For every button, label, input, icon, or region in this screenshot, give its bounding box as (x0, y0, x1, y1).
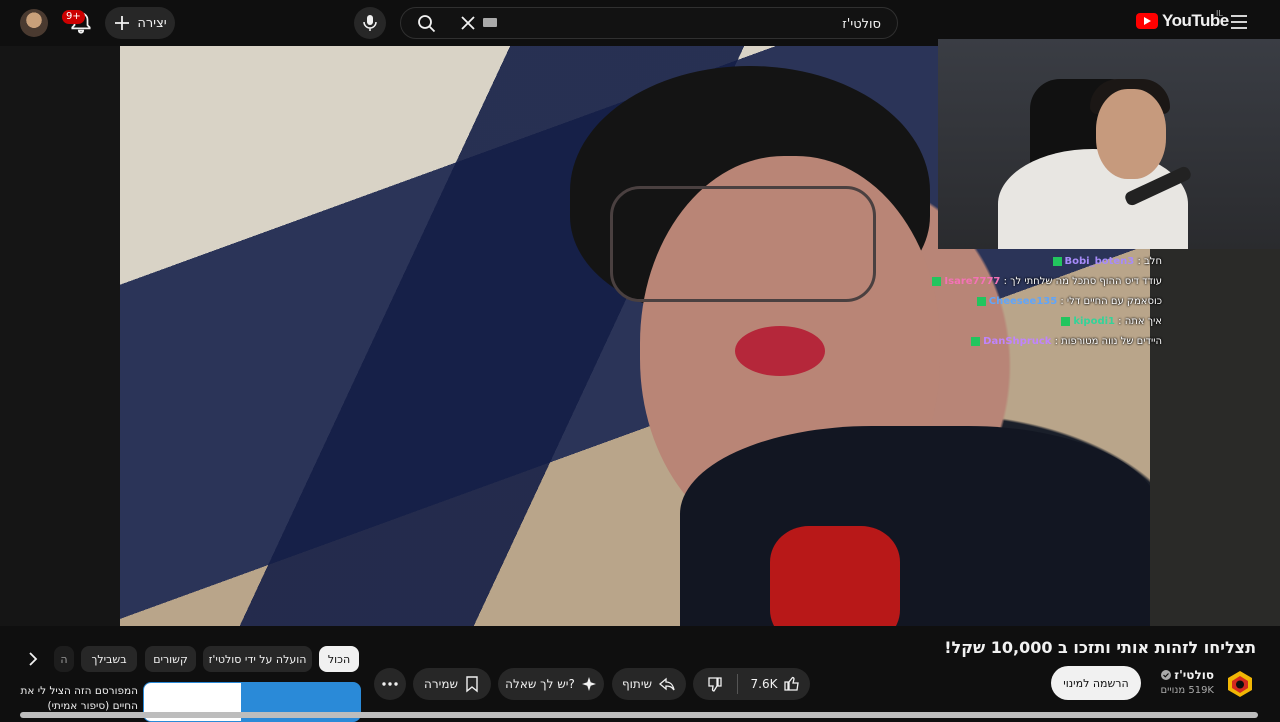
notifications-badge: 9+ (62, 10, 85, 24)
create-button[interactable]: יצירה (105, 7, 175, 39)
chat-badge-icon (1061, 316, 1071, 326)
ask-button[interactable]: יש לך שאלה? (498, 668, 604, 700)
share-button[interactable]: שיתוף (612, 668, 686, 700)
plus-icon (115, 16, 130, 30)
chat-message: כוסאמק עם החיים דלי : Cheesee135 (975, 296, 1162, 307)
chat-text: כוסאמק עם החיים דלי : (1057, 296, 1162, 307)
chip-all[interactable]: הכול (319, 646, 359, 672)
dislike-button[interactable] (693, 668, 737, 700)
verified-icon (1161, 670, 1172, 680)
chat-username: DanShpruck (983, 336, 1052, 347)
chat-username: Cheesee135 (988, 296, 1058, 307)
voice-search-button[interactable] (354, 7, 386, 39)
chat-text: היידים של נווה מטורפות : (1051, 336, 1162, 347)
chat-username: Bobi_boten3 (1064, 256, 1135, 267)
video-coat-shape (680, 426, 1150, 626)
chip-for-you[interactable]: בשבילך (81, 646, 137, 672)
webcam-head (1096, 89, 1166, 179)
save-button[interactable]: שמירה (413, 668, 491, 700)
chat-message: עודד דיס ההוף סתכל מה שלחתי לך : Isare77… (930, 276, 1162, 287)
video-title: תצליחו לזהות אותי ותזכו ב 10,000 שקל! (944, 638, 1256, 657)
chat-message: חלב : Bobi_boten3 (1051, 256, 1162, 267)
more-actions-button[interactable] (374, 668, 406, 700)
avatar[interactable] (20, 9, 48, 37)
ask-label: יש לך שאלה? (505, 677, 575, 691)
chat-text: עודד דיס ההוף סתכל מה שלחתי לך : (1000, 276, 1162, 287)
thumbs-down-icon (708, 677, 722, 692)
related-video-title[interactable]: המפורסם הזה הציל לי את החיים (סיפור אמית… (8, 684, 138, 714)
subscribe-button[interactable]: הרשמה למינוי (1051, 666, 1141, 700)
video-lips-shape (735, 326, 825, 376)
like-count: 7.6K (750, 677, 778, 691)
close-icon[interactable] (459, 14, 477, 32)
chevron-right-icon[interactable] (22, 648, 44, 670)
more-horizontal-icon (382, 682, 398, 686)
like-dislike-group: 7.6K (693, 668, 810, 700)
chat-badge-icon (971, 336, 981, 346)
sparkle-icon (581, 677, 596, 691)
like-divider (737, 674, 738, 694)
bookmark-icon (466, 676, 478, 693)
chat-badge-icon (1052, 256, 1062, 266)
search-box (400, 7, 898, 40)
video-info: תצליחו לזהות אותי ותזכו ב 10,000 שקל! סו… (0, 626, 1280, 722)
chat-username: Isare7777 (944, 276, 1001, 287)
country-code: IL (1216, 9, 1223, 18)
youtube-play-icon (1136, 13, 1158, 29)
chat-badge-icon (932, 276, 942, 286)
subscriber-count: 519K מנויים (1160, 685, 1214, 696)
chat-message: היידים של נווה מטורפות : DanShpruck (969, 336, 1162, 347)
save-label: שמירה (424, 677, 458, 691)
microphone-icon (363, 15, 377, 31)
chat-text: חלב : (1134, 256, 1162, 267)
chat-text: איך אתה : (1115, 316, 1162, 327)
keyboard-icon[interactable] (483, 18, 497, 27)
chat-message: איך אתה : kipodi1 (1059, 316, 1162, 327)
webcam-body (998, 149, 1188, 249)
channel-logo-icon[interactable] (1224, 668, 1256, 700)
chip-uploaded-by[interactable]: הועלה על ידי סולטי'ז (203, 646, 312, 672)
horizontal-scrollbar[interactable] (20, 712, 1258, 718)
channel-name[interactable]: סולטי'ז (1161, 668, 1214, 682)
share-icon (659, 677, 675, 691)
streamer-webcam (938, 39, 1280, 249)
chat-username: kipodi1 (1073, 316, 1115, 327)
hamburger-menu-icon[interactable] (1230, 13, 1248, 31)
chip-related[interactable]: קשורים (145, 646, 196, 672)
player-left-bar (0, 46, 120, 626)
channel-name-text: סולטי'ז (1174, 668, 1214, 682)
chip-partial[interactable]: ה (54, 646, 74, 672)
player-right-bar (1150, 249, 1280, 626)
create-label: יצירה (137, 15, 167, 31)
video-glasses-shape (610, 186, 876, 302)
like-button[interactable]: 7.6K (741, 668, 810, 700)
search-icon[interactable] (417, 14, 437, 34)
share-label: שיתוף (621, 677, 653, 691)
youtube-logo[interactable]: YouTube (1136, 11, 1229, 31)
thumbs-up-icon (784, 676, 800, 691)
search-input[interactable] (499, 8, 883, 40)
chat-badge-icon (976, 296, 986, 306)
video-player[interactable]: חלב : Bobi_boten3 עודד דיס ההוף סתכל מה ש… (0, 39, 1280, 626)
video-scarf-shape (770, 526, 900, 626)
